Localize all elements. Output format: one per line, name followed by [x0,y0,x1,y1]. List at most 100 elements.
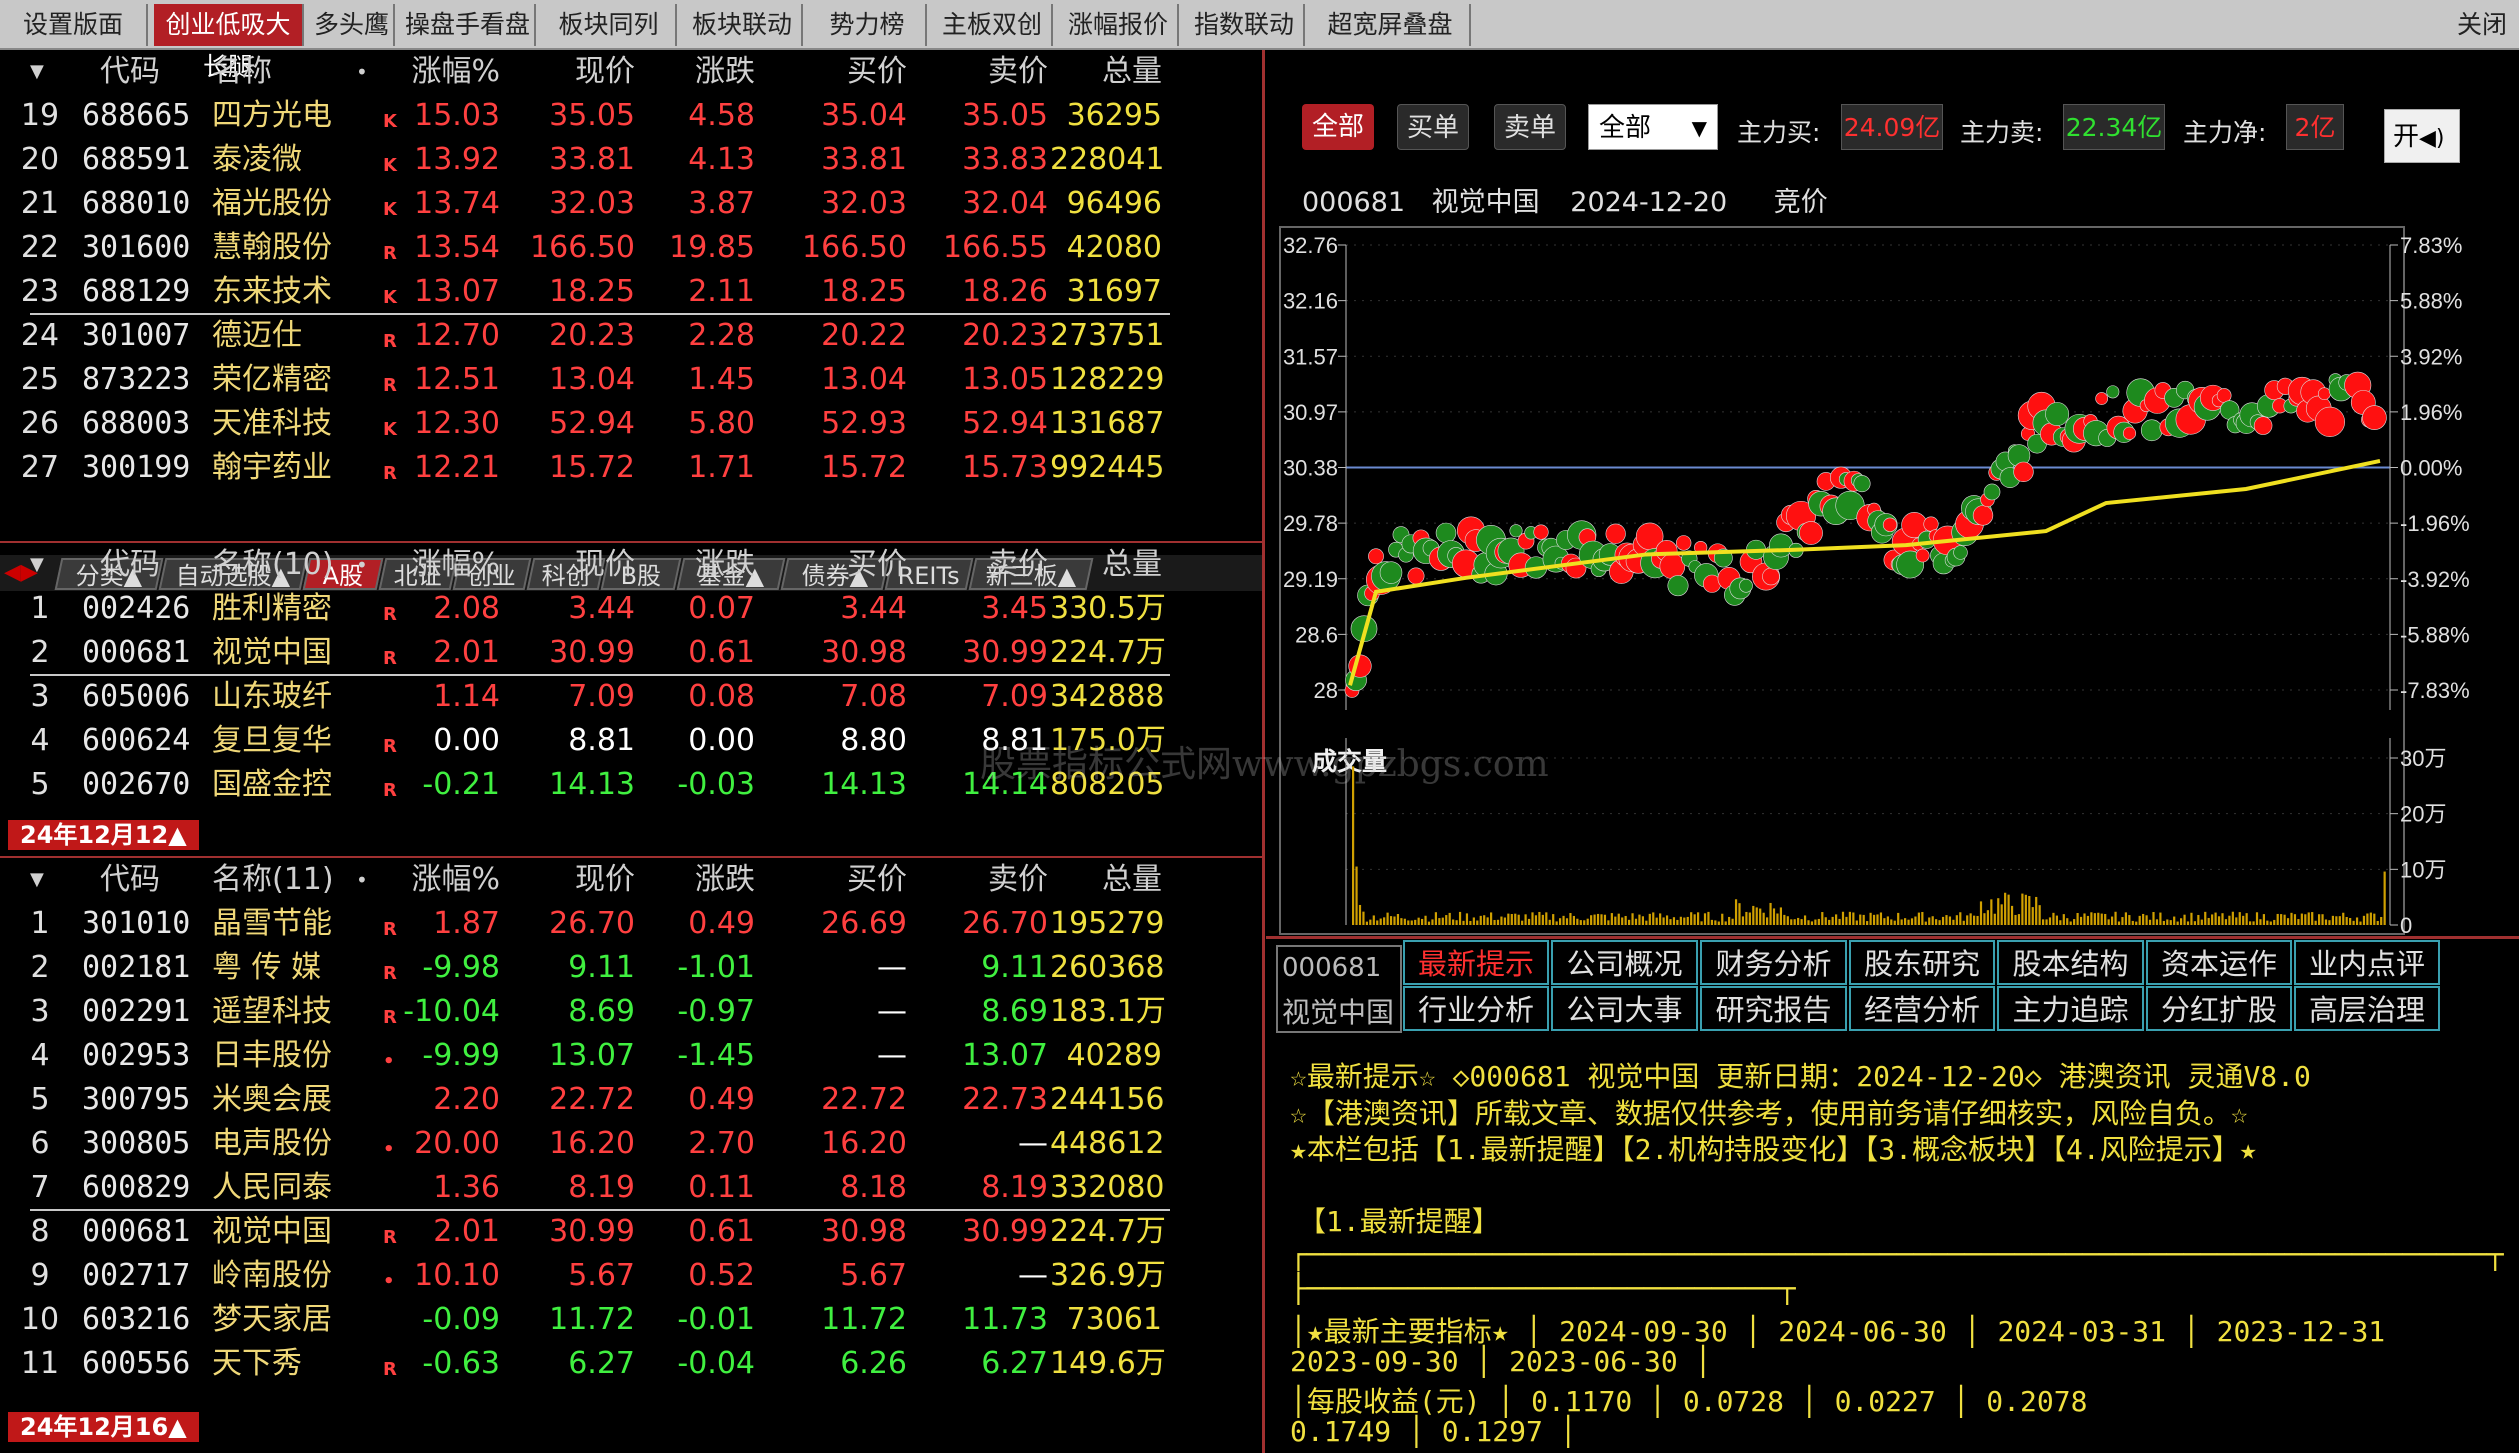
tab-3[interactable]: 操盘手看盘 [401,4,536,46]
volume-bar [1372,915,1375,925]
table-row[interactable]: 27 300199 翰宇药业 R 12.21 15.72 1.71 15.72 15.73 992… [0,446,1265,490]
table-row[interactable]: 19 688665 四方光电 K 15.03 35.05 4.58 35.04 35.05 362… [0,94,1265,138]
volume-bar [2024,894,2027,925]
column-header-vol[interactable]: 总量 [1050,543,1162,587]
table-row[interactable]: 8 000681 视觉中国 R 2.01 30.99 0.61 30.98 30.99 224.7… [0,1210,1265,1254]
table-row[interactable]: 26 688003 天准科技 K 12.30 52.94 5.80 52.93 52.94 131… [0,402,1265,446]
sound-toggle-button[interactable]: 开◀) [2384,109,2460,163]
f10-tab-row1-6[interactable]: 业内点评 [2294,940,2440,985]
f10-tab-row1-3[interactable]: 股东研究 [1849,940,1995,985]
close-button[interactable]: 关闭 [2457,4,2507,46]
table-row[interactable]: 3 002291 遥望科技 R -10.04 8.69 -0.97—8.69 183.1万 [0,990,1265,1034]
column-header-name[interactable]: 名称(10) [212,543,362,587]
volume-bar [2135,921,2138,925]
column-header-vol[interactable]: 总量 [1050,858,1162,902]
auction-chart[interactable]: 32.76 7.83% 32.16 5.88% 31.57 3.92% 30.97 1.96%… [1266,225,2519,935]
tab-9[interactable]: 指数联动 [1185,4,1305,46]
column-header-name[interactable]: 名称 [212,50,362,94]
f10-tab-row2-3[interactable]: 经营分析 [1849,986,1995,1031]
buy-bubble [1368,548,1384,565]
column-header-price[interactable]: 现价 [510,858,635,902]
f10-tab-row2-0[interactable]: 行业分析 [1403,986,1549,1031]
f10-tab-row2-5[interactable]: 分红扩股 [2146,986,2292,1031]
f10-tab-row2-2[interactable]: 研究报告 [1700,986,1847,1031]
table-row[interactable]: 1 301010 晶雪节能 R 1.87 26.70 0.49 26.69 26.70 19527… [0,902,1265,946]
f10-tab-row1-2[interactable]: 财务分析 [1700,940,1847,985]
table-row[interactable]: 5 300795 米奥会展 2.20 22.72 0.49 22.72 22.73 244156 [0,1078,1265,1122]
column-header-code[interactable]: 代码 [100,50,220,94]
stock-name: 视觉中国 [1431,187,1540,218]
column-header-pct[interactable]: 涨幅% [400,543,500,587]
table-row[interactable]: 22 301600 慧翰股份 R 13.54 166.50 19.85 166.50 166.5… [0,226,1265,270]
tab-1[interactable]: 创业低吸大长腿 [154,4,304,81]
filter-select[interactable]: 全部 ▼ [1588,104,1718,150]
table-row[interactable]: 2 000681 视觉中国 R 2.01 30.99 0.61 30.98 30.99 224.7… [0,631,1265,675]
column-header-chg[interactable]: 涨跌 [645,543,755,587]
sort-dropdown-icon[interactable]: ▼ [30,50,44,94]
table-row[interactable]: 10 603216 梦天家居 -0.09 11.72 -0.01 11.72 11.73 730… [0,1298,1265,1342]
column-header-pct[interactable]: 涨幅% [400,50,500,94]
column-header-code[interactable]: 代码 [100,858,220,902]
column-header-price[interactable]: 现价 [510,543,635,587]
cell-ask: 8.19 [981,1170,1048,1205]
table-row[interactable]: 4 002953 日丰股份 • -9.99 13.07 -1.45—13.07 40289 [0,1034,1265,1078]
column-header-vol[interactable]: 总量 [1050,50,1162,94]
column-header-bid[interactable]: 买价 [775,50,907,94]
table-row[interactable]: 7 600829 人民同泰 1.36 8.19 0.11 8.18 8.19 332080 [0,1166,1265,1210]
table-row[interactable]: 9 002717 岭南股份 • 10.10 5.67 0.52 5.67—326.9万 [0,1254,1265,1298]
table-row[interactable]: 1 002426 胜利精密 R 2.08 3.44 0.07 3.44 3.45 330.5万 [0,587,1265,631]
volume-bar [2055,915,2058,925]
column-header-bid[interactable]: 买价 [775,543,907,587]
date-badge-1[interactable]: 24年12月12▲ [8,820,199,850]
tab-8[interactable]: 涨幅报价 [1059,4,1179,46]
table-row[interactable]: 2 002181 粤 传 媒 R -9.98 9.11 -1.01—9.11 260368 [0,946,1265,990]
table-row[interactable]: 3 605006 山东玻纤 1.14 7.09 0.08 7.08 7.09 342888 [0,675,1265,719]
row-group-separator [30,313,1170,315]
filter-all-button[interactable]: 全部 [1302,104,1374,150]
stock-name: 岭南股份 [212,1258,332,1293]
tab-7[interactable]: 主板双创 [933,4,1053,46]
f10-tab-row1-1[interactable]: 公司概况 [1551,940,1698,985]
filter-sell-button[interactable]: 卖单 [1494,104,1566,150]
table-row[interactable]: 24 301007 德迈仕 R 12.70 20.23 2.28 20.22 20.23 2737… [0,314,1265,358]
f10-tab-row1-0[interactable]: 最新提示 [1403,940,1549,985]
column-header-name[interactable]: 名称(11) [212,858,362,902]
volume-bar [2052,912,2055,925]
volume-bar [1476,920,1479,925]
tab-0[interactable]: 设置版面 [0,4,148,46]
f10-tab-row2-4[interactable]: 主力追踪 [1997,986,2144,1031]
cell-ask: 32.04 [962,186,1048,221]
volume-bar [1700,921,1703,925]
table-row[interactable]: 25 873223 荣亿精密 R 12.51 13.04 1.45 13.04 13.05 128… [0,358,1265,402]
column-header-ask[interactable]: 卖价 [918,543,1048,587]
table-row[interactable]: 11 600556 天下秀 R -0.63 6.27 -0.04 6.26 6.27 149.6万 [0,1342,1265,1386]
column-header-pct[interactable]: 涨幅% [400,858,500,902]
tab-5[interactable]: 板块联动 [683,4,803,46]
stock-mode: 竞价 [1773,187,1828,218]
f10-tab-row2-6[interactable]: 高层治理 [2294,986,2440,1031]
f10-tab-row2-1[interactable]: 公司大事 [1551,986,1698,1031]
table-row[interactable]: 6 300805 电声股份 • 20.00 16.20 2.70 16.20—448612 [0,1122,1265,1166]
volume-bar [1655,917,1658,925]
volume-bar [1586,918,1589,925]
column-header-chg[interactable]: 涨跌 [645,50,755,94]
f10-tab-row1-5[interactable]: 资本运作 [2146,940,2292,985]
column-header-price[interactable]: 现价 [510,50,635,94]
date-badge-2[interactable]: 24年12月16▲ [8,1412,199,1442]
tab-10[interactable]: 超宽屏叠盘 [1311,4,1471,46]
column-header-ask[interactable]: 卖价 [918,50,1048,94]
sort-dropdown-icon[interactable]: ▼ [30,858,44,902]
sort-dropdown-icon[interactable]: ▼ [30,543,44,587]
tab-4[interactable]: 板块同列 [542,4,677,46]
column-header-chg[interactable]: 涨跌 [645,858,755,902]
filter-buy-button[interactable]: 买单 [1397,104,1469,150]
column-header-code[interactable]: 代码 [100,543,220,587]
column-header-ask[interactable]: 卖价 [918,858,1048,902]
f10-tab-row1-4[interactable]: 股本结构 [1997,940,2144,985]
column-header-bid[interactable]: 买价 [775,858,907,902]
table-row[interactable]: 20 688591 泰凌微 K 13.92 33.81 4.13 33.81 33.83 2280… [0,138,1265,182]
tab-6[interactable]: 势力榜 [809,4,927,46]
table-row[interactable]: 23 688129 东来技术 K 13.07 18.25 2.11 18.25 18.26 316… [0,270,1265,314]
tab-2[interactable]: 多头鹰 [310,4,395,46]
table-row[interactable]: 21 688010 福光股份 K 13.74 32.03 3.87 32.03 32.04 964… [0,182,1265,226]
